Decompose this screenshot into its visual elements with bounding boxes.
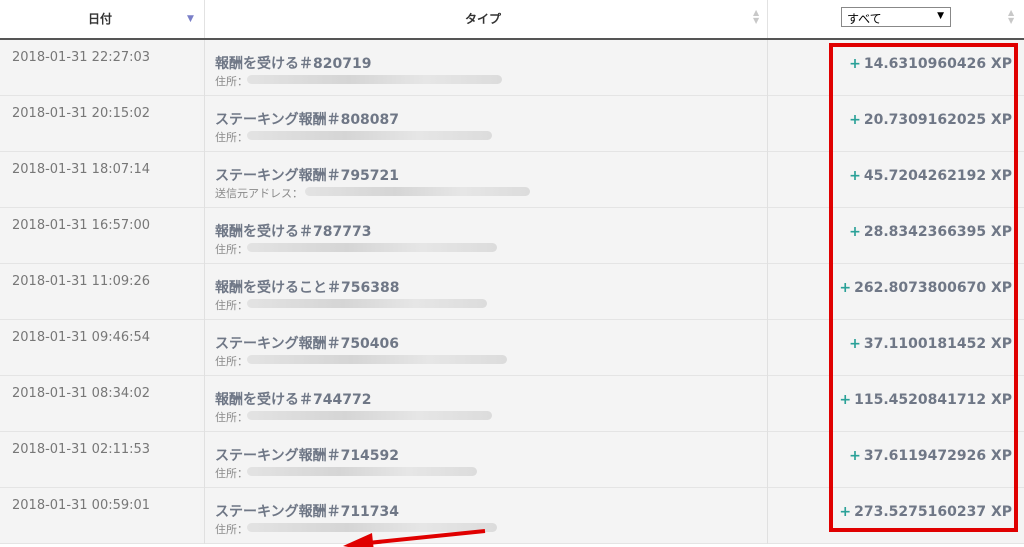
annotation-arrow-line <box>367 529 486 545</box>
annotation-arrow-head <box>343 533 374 547</box>
annotation-arrow <box>343 529 486 547</box>
